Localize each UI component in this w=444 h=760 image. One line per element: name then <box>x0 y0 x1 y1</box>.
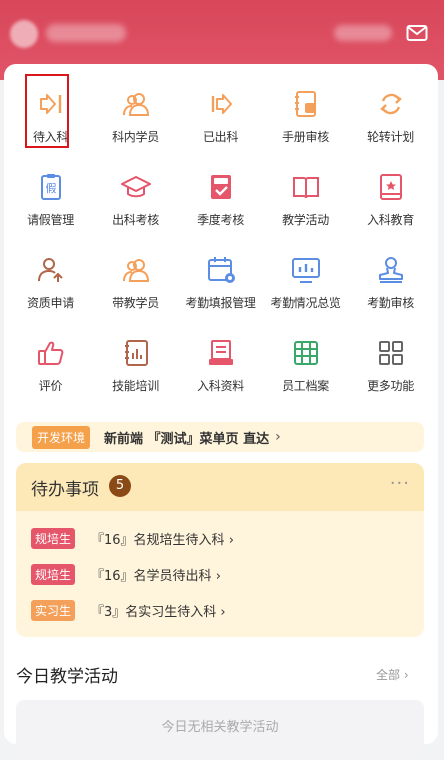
students-icon <box>122 93 149 116</box>
user-name-blurred <box>46 24 126 42</box>
grid-item-label: 考勤情况总览 <box>270 296 341 310</box>
dev-env-tag: 开发环境 <box>32 425 91 449</box>
todo-item-text: 『16』名规培生待入科 › <box>91 532 234 548</box>
grid-item-pending-entry[interactable]: 待入科 <box>8 78 93 161</box>
attendance-review-icon <box>378 257 403 283</box>
grid-item-handbook-review[interactable]: 手册审核 <box>263 78 348 161</box>
grid-item-entry-materials[interactable]: 入科资料 <box>178 327 263 410</box>
dev-env-link-text: 新前端 『测试』菜单页 直达 <box>104 431 270 447</box>
todo-header: 待办事项 5 ··· <box>16 463 424 511</box>
todo-item-text: 『16』名学员待出科 › <box>91 568 221 584</box>
view-all-link[interactable]: 全部 › <box>376 666 409 683</box>
svg-text:假: 假 <box>45 181 56 195</box>
todo-item[interactable]: 规培生 『16』名规培生待入科 › <box>31 527 234 549</box>
attendance-overview-icon <box>291 258 320 283</box>
qualification-icon <box>37 258 63 282</box>
todo-item-text: 『3』名实习生待入科 › <box>91 604 226 620</box>
todo-count-badge: 5 <box>109 475 131 497</box>
grid-item-quarterly-assessment[interactable]: 季度考核 <box>178 161 263 244</box>
graduation-cap-icon <box>120 176 151 198</box>
grid-item-label: 手册审核 <box>282 130 329 144</box>
grid-item-label: 员工档案 <box>282 379 329 393</box>
grid-item-label: 待入科 <box>32 130 69 144</box>
book-icon <box>292 177 319 199</box>
todo-item[interactable]: 规培生 『16』名学员待出科 › <box>31 563 221 585</box>
grid-item-qualification[interactable]: 资质申请 <box>8 244 93 327</box>
grid-item-label: 轮转计划 <box>367 130 414 144</box>
rotation-plan-icon <box>379 93 402 115</box>
todo-item[interactable]: 实习生 『3』名实习生待入科 › <box>31 599 226 621</box>
grid-item-evaluation[interactable]: 评价 <box>8 327 93 410</box>
grid-item-label: 技能培训 <box>112 379 159 393</box>
grid-item-exited[interactable]: 已出科 <box>178 78 263 161</box>
grid-item-label: 资质申请 <box>27 296 74 310</box>
grid-item-label: 入科教育 <box>367 213 414 227</box>
header-info-blurred <box>334 25 392 41</box>
grid-item-exit-assessment[interactable]: 出科考核 <box>93 161 178 244</box>
todo-panel: 待办事项 5 ··· 规培生 『16』名规培生待入科 › 规培生 『16』名学员… <box>16 463 424 637</box>
grid-item-label: 科内学员 <box>112 130 159 144</box>
skills-training-icon <box>124 340 148 366</box>
grid-item-label: 已出科 <box>202 130 239 144</box>
today-activities-title: 今日教学活动 <box>16 667 118 687</box>
grid-item-label: 季度考核 <box>197 213 244 227</box>
function-grid: 待入科 科内学员 已出科 手册审核 轮转计划 假 请假管理 出科考核 季度考核 … <box>4 78 442 410</box>
entry-education-icon <box>379 174 402 200</box>
thumbs-up-icon <box>37 341 63 365</box>
grid-item-rotation-plan[interactable]: 轮转计划 <box>348 78 433 161</box>
quarterly-assessment-icon <box>210 175 231 199</box>
grid-item-label: 出科考核 <box>112 213 159 227</box>
grid-item-staff-archive[interactable]: 员工档案 <box>263 327 348 410</box>
grid-item-label: 入科资料 <box>197 379 244 393</box>
grid-item-leave[interactable]: 假 请假管理 <box>8 161 93 244</box>
handbook-review-icon <box>294 91 316 117</box>
mail-icon[interactable] <box>406 24 428 42</box>
grid-item-attendance-review[interactable]: 考勤审核 <box>348 244 433 327</box>
grid-item-label: 考勤审核 <box>367 296 414 310</box>
teaching-students-icon <box>122 259 149 282</box>
entry-materials-icon <box>208 340 233 365</box>
grid-item-teaching-activity[interactable]: 教学活动 <box>263 161 348 244</box>
grid-item-label: 教学活动 <box>282 213 329 227</box>
grid-item-label: 请假管理 <box>27 213 74 227</box>
main-card: 待入科 科内学员 已出科 手册审核 轮转计划 假 请假管理 出科考核 季度考核 … <box>4 64 438 760</box>
more-options-icon[interactable]: ··· <box>390 473 410 494</box>
grid-item-dept-students[interactable]: 科内学员 <box>93 78 178 161</box>
grid-item-more[interactable]: 更多功能 <box>348 327 433 410</box>
todo-item-tag: 实习生 <box>31 599 76 621</box>
enter-department-icon <box>39 94 61 114</box>
todo-item-tag: 规培生 <box>31 527 76 549</box>
today-activities-box: 今日无相关教学活动 <box>16 700 424 760</box>
grid-item-entry-education[interactable]: 入科教育 <box>348 161 433 244</box>
grid-item-label: 考勤填报管理 <box>185 296 256 310</box>
todo-title: 待办事项 <box>31 480 99 500</box>
leave-management-icon: 假 <box>40 174 61 200</box>
grid-item-label: 评价 <box>38 379 63 393</box>
grid-item-skills-training[interactable]: 技能培训 <box>93 327 178 410</box>
more-grid-icon <box>378 341 403 365</box>
dev-env-banner[interactable]: 开发环境 新前端 『测试』菜单页 直达 › <box>16 422 424 452</box>
grid-item-attendance-fill[interactable]: 考勤填报管理 <box>178 244 263 327</box>
avatar[interactable] <box>10 20 38 48</box>
chevron-right-icon: › <box>275 429 281 445</box>
grid-item-label: 带教学员 <box>112 296 159 310</box>
staff-archive-icon <box>293 341 318 365</box>
attendance-calendar-icon <box>207 257 235 283</box>
grid-item-attendance-overview[interactable]: 考勤情况总览 <box>263 244 348 327</box>
exit-department-icon <box>211 94 232 114</box>
todo-item-tag: 规培生 <box>31 563 76 585</box>
grid-item-teaching-students[interactable]: 带教学员 <box>93 244 178 327</box>
grid-item-label: 更多功能 <box>367 379 414 393</box>
